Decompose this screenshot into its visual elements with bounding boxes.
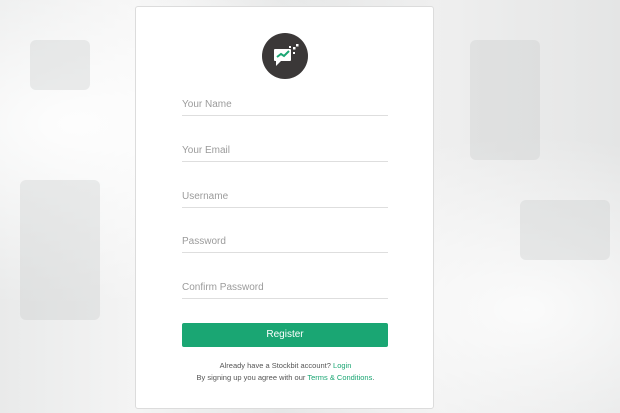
login-prompt-text: Already have a Stockbit account? [219, 361, 331, 370]
login-link[interactable]: Login [333, 361, 351, 370]
stockbit-logo-icon [262, 33, 308, 79]
password-field[interactable] [182, 231, 388, 253]
terms-prompt-text: By signing up you agree with our [196, 373, 306, 382]
background-blur-shape [30, 40, 90, 90]
login-prompt-line: Already have a Stockbit account? Login [136, 361, 435, 370]
username-field[interactable] [182, 186, 388, 208]
background-blur-shape [470, 40, 540, 160]
background-blur-shape [20, 180, 100, 320]
email-field[interactable] [182, 140, 388, 162]
register-card: Register Already have a Stockbit account… [135, 6, 434, 409]
background-blur-shape [520, 200, 610, 260]
name-field[interactable] [182, 94, 388, 116]
terms-link[interactable]: Terms & Conditions [307, 373, 372, 382]
confirm-password-field[interactable] [182, 277, 388, 299]
terms-line: By signing up you agree with our Terms &… [136, 373, 435, 382]
register-button[interactable]: Register [182, 323, 388, 347]
terms-suffix: . [372, 373, 375, 382]
